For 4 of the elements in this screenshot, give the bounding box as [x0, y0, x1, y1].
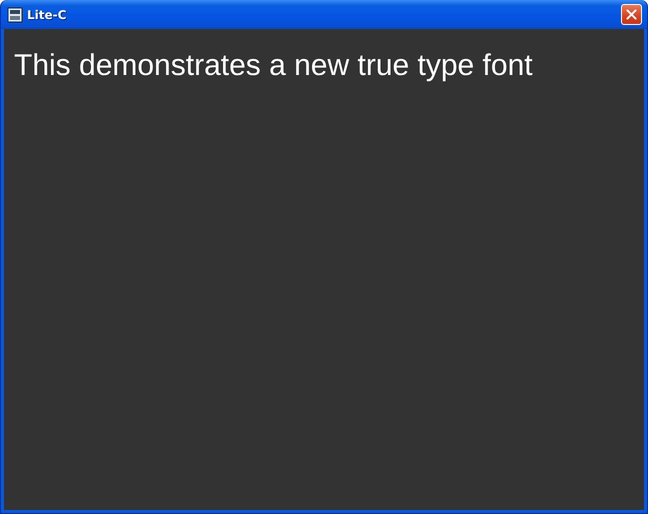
window-title: Lite-C: [27, 8, 66, 22]
close-button[interactable]: [621, 4, 642, 25]
app-icon: [7, 6, 23, 22]
message-text: This demonstrates a new true type font: [14, 49, 533, 82]
